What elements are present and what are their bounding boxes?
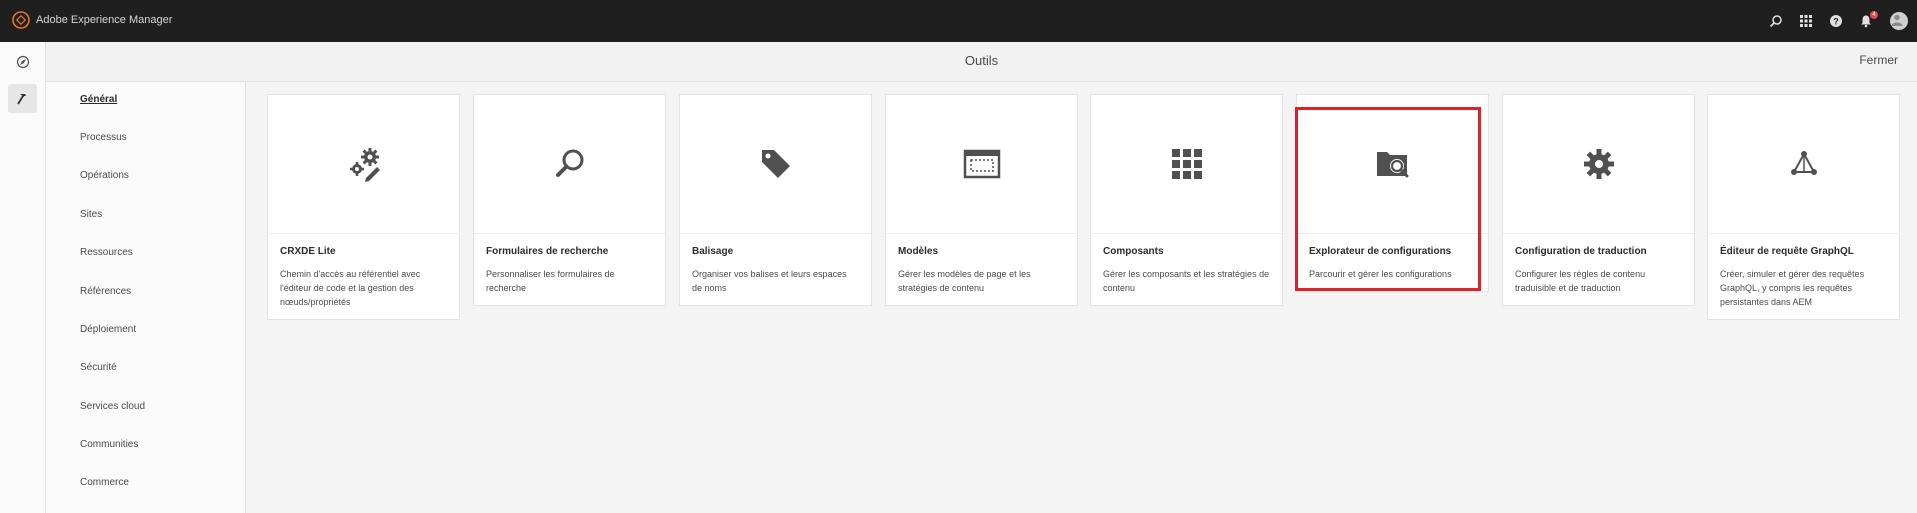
user-icon — [1891, 14, 1903, 26]
close-button[interactable]: Fermer — [1859, 53, 1898, 67]
category-ressources[interactable]: Ressources — [80, 247, 133, 258]
card-title: Configuration de traduction — [1515, 246, 1647, 257]
card-title: Modèles — [898, 246, 939, 257]
category-processus[interactable]: Processus — [80, 132, 127, 143]
card-description: Gérer les composants et les stratégies d… — [1103, 269, 1270, 293]
search-icon — [555, 149, 583, 177]
tool-card-templates[interactable]: Modèles Gérer les modèles de page et les… — [885, 94, 1078, 306]
card-title: Balisage — [692, 246, 734, 257]
graphql-icon — [1790, 151, 1817, 175]
tool-card-tagging[interactable]: Balisage Organiser vos balises et leurs … — [679, 94, 872, 306]
apps-grid-icon — [1800, 15, 1812, 27]
category-securite[interactable]: Sécurité — [80, 362, 117, 373]
search-icon — [1769, 15, 1782, 28]
tag-icon — [761, 150, 790, 178]
card-description: Configurer les règles de contenu traduis… — [1515, 269, 1646, 293]
gears-edit-icon — [349, 148, 380, 182]
gear-icon — [1583, 149, 1614, 179]
app-title: Adobe Experience Manager — [36, 14, 173, 26]
card-title: Éditeur de requête GraphQL — [1720, 246, 1854, 257]
solutions-button[interactable] — [1791, 0, 1821, 42]
left-rail — [0, 42, 46, 513]
avatar — [1890, 12, 1908, 30]
compass-icon — [16, 55, 29, 68]
notification-badge: 4 — [1870, 11, 1878, 19]
user-menu-button[interactable] — [1881, 0, 1917, 42]
grid-icon — [1171, 149, 1202, 179]
category-services-cloud[interactable]: Services cloud — [80, 401, 145, 412]
brand[interactable]: Adobe Experience Manager — [12, 11, 172, 29]
template-icon — [963, 149, 1000, 179]
category-general[interactable]: Général — [80, 94, 117, 105]
category-deploiement[interactable]: Déploiement — [80, 324, 136, 335]
category-operations[interactable]: Opérations — [80, 170, 129, 181]
rail-navigation-button[interactable] — [8, 47, 37, 76]
help-button[interactable]: ? — [1821, 0, 1851, 42]
svg-text:?: ? — [1833, 17, 1839, 27]
notifications-button[interactable]: 4 — [1851, 0, 1881, 42]
tool-card-graphql-editor[interactable]: Éditeur de requête GraphQL Créer, simule… — [1707, 94, 1900, 320]
card-description: Parcourir et gérer les configurations — [1309, 269, 1452, 279]
search-button[interactable] — [1761, 0, 1791, 42]
page-header: Outils Fermer — [46, 42, 1917, 82]
tool-card-search-forms[interactable]: Formulaires de recherche Personnaliser l… — [473, 94, 666, 306]
tool-card-crxde-lite[interactable]: CRXDE Lite Chemin d'accès au référentiel… — [267, 94, 460, 320]
card-description: Personnaliser les formulaires de recherc… — [486, 269, 615, 293]
page-title: Outils — [964, 53, 999, 68]
card-description: Organiser vos balises et leurs espaces d… — [692, 269, 847, 293]
tool-card-configuration-browser[interactable]: Explorateur de configurations Parcourir … — [1296, 94, 1489, 292]
card-description: Gérer les modèles de page et les stratég… — [898, 269, 1031, 293]
card-title: Formulaires de recherche — [486, 246, 609, 257]
category-nav: Général Processus Opérations Sites Resso… — [46, 82, 246, 513]
card-title: Composants — [1103, 246, 1164, 257]
help-icon: ? — [1830, 15, 1842, 27]
aem-logo-icon — [12, 11, 30, 29]
card-title: CRXDE Lite — [280, 246, 336, 257]
category-sites[interactable]: Sites — [80, 209, 102, 220]
card-title: Explorateur de configurations — [1309, 246, 1452, 257]
hammer-icon — [16, 93, 26, 104]
category-communities[interactable]: Communities — [80, 439, 138, 450]
tool-card-components[interactable]: Composants Gérer les composants et les s… — [1090, 94, 1283, 306]
card-description: Créer, simuler et gérer des requêtes Gra… — [1720, 269, 1865, 307]
top-bar: Adobe Experience Manager ? 4 — [0, 0, 1917, 42]
rail-tools-button[interactable] — [8, 84, 37, 113]
category-commerce[interactable]: Commerce — [80, 477, 129, 488]
card-description: Chemin d'accès au référentiel avec l'édi… — [280, 269, 421, 307]
category-references[interactable]: Références — [80, 286, 131, 297]
tool-card-translation-configuration[interactable]: Configuration de traduction Configurer l… — [1502, 94, 1695, 306]
folder-search-icon — [1376, 152, 1408, 178]
